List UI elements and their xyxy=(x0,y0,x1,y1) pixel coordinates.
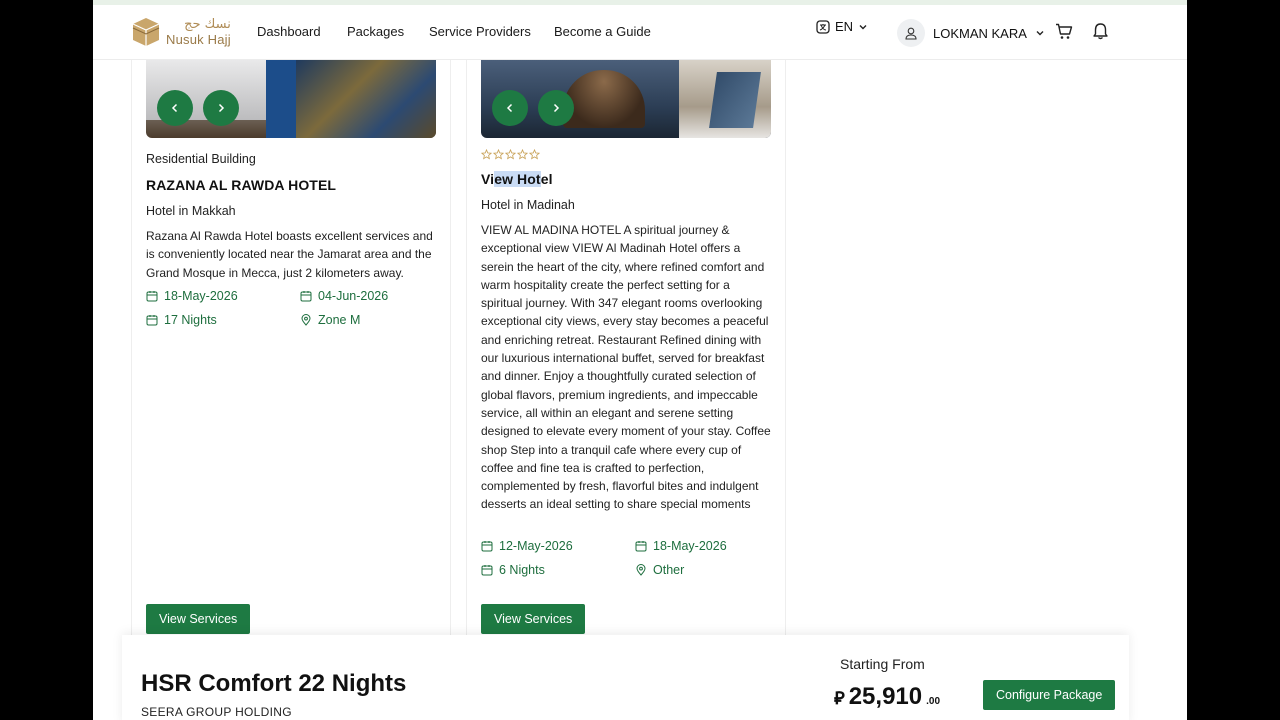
carousel-prev-button[interactable] xyxy=(157,90,193,126)
chevron-down-icon xyxy=(859,24,867,29)
zone: Zone M xyxy=(300,313,360,327)
chevron-right-icon xyxy=(553,103,560,113)
selected-text: ew Hot xyxy=(494,171,541,187)
location-pin-icon xyxy=(636,564,646,576)
user-icon xyxy=(905,27,917,40)
chevron-left-icon xyxy=(506,103,513,113)
page: نسك حج Nusuk Hajj Dashboard Packages Ser… xyxy=(93,0,1187,720)
chevron-down-icon xyxy=(1036,31,1044,36)
nav-dashboard[interactable]: Dashboard xyxy=(257,24,321,39)
carousel-next-button[interactable] xyxy=(203,90,239,126)
kaaba-logo-icon xyxy=(132,18,160,46)
carousel-next-button[interactable] xyxy=(538,90,574,126)
package-organizer: SEERA GROUP HOLDING xyxy=(141,705,292,719)
nights-count: 6 Nights xyxy=(481,563,545,577)
starting-from-label: Starting From xyxy=(840,656,925,672)
view-services-button[interactable]: View Services xyxy=(481,604,586,634)
language-selector[interactable]: EN xyxy=(816,19,868,34)
star-outline-icon xyxy=(493,149,504,160)
riyal-currency-icon: ⃁ xyxy=(834,688,845,708)
chevron-left-icon xyxy=(171,103,178,113)
star-outline-icon xyxy=(517,149,528,160)
nav-packages[interactable]: Packages xyxy=(347,24,404,39)
view-services-button[interactable]: View Services xyxy=(146,604,251,634)
chevron-right-icon xyxy=(218,103,225,113)
configure-package-button[interactable]: Configure Package xyxy=(983,680,1116,710)
calendar-icon xyxy=(146,315,158,326)
check-out-date: 18-May-2026 xyxy=(635,539,727,553)
hotel-card-view: View Hotel Hotel in Madinah VIEW AL MADI… xyxy=(466,60,786,635)
calendar-icon xyxy=(481,565,493,576)
hotel-image-carousel xyxy=(146,60,436,138)
logo-arabic-text: نسك حج xyxy=(184,17,231,32)
package-price: ⃁ 25,910 .00 xyxy=(834,683,940,711)
user-menu[interactable]: LOKMAN KARA xyxy=(897,19,1045,47)
price-decimal: .00 xyxy=(926,696,941,707)
star-outline-icon xyxy=(505,149,516,160)
cart-icon[interactable] xyxy=(1055,23,1073,40)
top-navbar: نسك حج Nusuk Hajj Dashboard Packages Ser… xyxy=(93,5,1187,60)
calendar-icon xyxy=(146,291,158,302)
accommodation-type: Residential Building xyxy=(146,152,256,166)
hotel-image-carousel xyxy=(481,60,771,138)
hotel-location: Hotel in Makkah xyxy=(146,204,236,218)
calendar-icon xyxy=(300,291,312,302)
star-rating xyxy=(481,149,540,160)
logo-english-text: Nusuk Hajj xyxy=(166,32,231,47)
user-name: LOKMAN KARA xyxy=(933,25,1027,41)
package-title: HSR Comfort 22 Nights xyxy=(141,670,407,697)
carousel-prev-button[interactable] xyxy=(492,90,528,126)
notification-bell-icon[interactable] xyxy=(1092,22,1109,40)
nusuk-hajj-logo[interactable]: نسك حج Nusuk Hajj xyxy=(131,15,231,49)
zone: Other xyxy=(635,563,684,577)
avatar xyxy=(897,19,925,47)
calendar-icon xyxy=(481,541,493,552)
hotel-description: VIEW AL MADINA HOTEL A spiritual journey… xyxy=(481,223,771,512)
nav-become-a-guide[interactable]: Become a Guide xyxy=(554,24,651,39)
star-outline-icon xyxy=(481,149,492,160)
calendar-icon xyxy=(635,541,647,552)
check-in-date: 12-May-2026 xyxy=(481,539,573,553)
check-out-date: 04-Jun-2026 xyxy=(300,289,388,303)
language-label: EN xyxy=(835,19,854,34)
location-pin-icon xyxy=(301,314,311,326)
hotel-description: Razana Al Rawda Hotel boasts excellent s… xyxy=(146,229,433,280)
hotel-title: View Hotel xyxy=(481,171,553,187)
translate-icon xyxy=(816,19,830,34)
nights-count: 17 Nights xyxy=(146,313,217,327)
check-in-date: 18-May-2026 xyxy=(146,289,238,303)
hotel-title: RAZANA AL RAWDA HOTEL xyxy=(146,177,337,193)
package-summary-bar: HSR Comfort 22 Nights SEERA GROUP HOLDIN… xyxy=(122,635,1129,720)
price-amount: 25,910 xyxy=(848,683,923,710)
hotel-card-razana: Residential Building RAZANA AL RAWDA HOT… xyxy=(131,60,451,635)
star-outline-icon xyxy=(529,149,540,160)
nav-service-providers[interactable]: Service Providers xyxy=(429,24,531,39)
hotel-location: Hotel in Madinah xyxy=(481,198,575,212)
